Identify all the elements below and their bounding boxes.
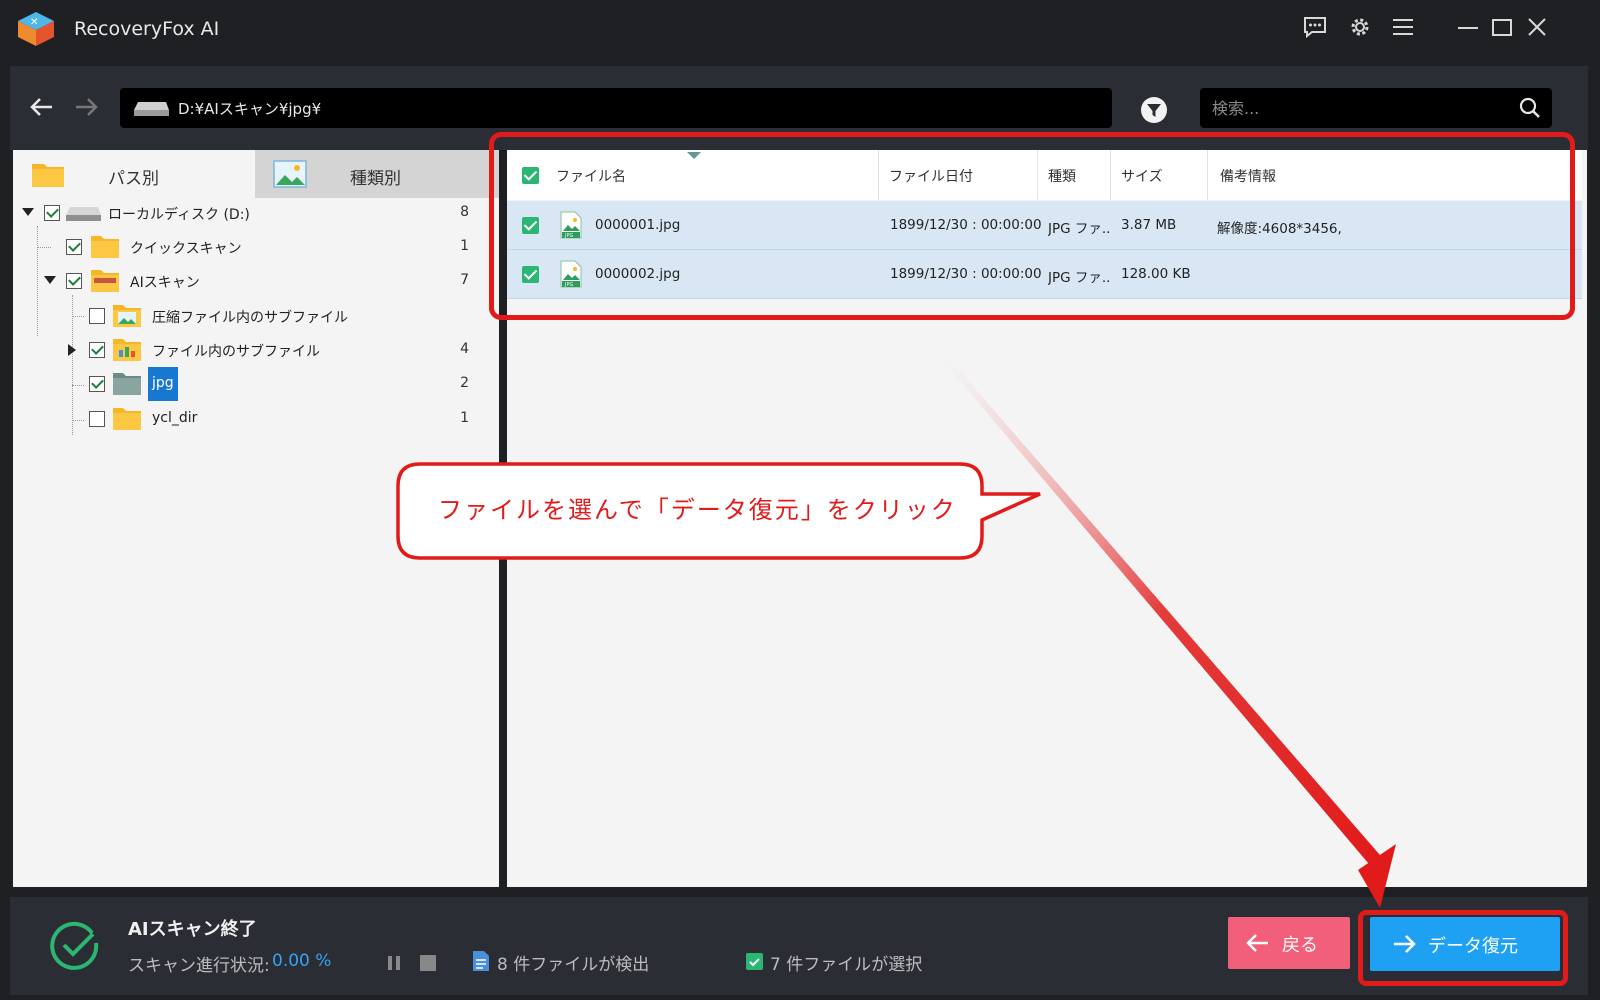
search-input[interactable]: [1212, 88, 1502, 128]
tree-item-label: AIスキャン: [130, 275, 200, 291]
feedback-icon[interactable]: [1300, 12, 1330, 42]
tree-item-label: ファイル内のサブファイル: [152, 344, 320, 360]
path-text: D:¥AIスキャン¥jpg¥: [178, 100, 322, 118]
drive-icon: [66, 207, 101, 221]
tree-item-label: ローカルディスク (D:): [108, 207, 250, 223]
back-button-label: 戻る: [1282, 935, 1318, 956]
tab-by-path[interactable]: パス別: [13, 150, 255, 198]
scan-complete-check-icon: [50, 921, 99, 970]
checkbox[interactable]: [89, 411, 105, 427]
tree-item-label: クイックスキャン: [130, 241, 242, 257]
tree-item-quick-scan[interactable]: クイックスキャン 1: [13, 230, 499, 264]
maximize-icon[interactable]: [1487, 12, 1517, 42]
tree-item-count: 1: [460, 410, 469, 426]
tree-item-count: 7: [460, 272, 469, 288]
chart-folder-icon: [113, 339, 141, 361]
title-bar: ✕ RecoveryFox AI: [0, 0, 1600, 58]
progress-value: 0.00 %: [272, 951, 332, 971]
tree-item-count: 1: [460, 238, 469, 254]
folder-icon: [113, 408, 141, 430]
ai-folder-icon: [91, 270, 119, 292]
minimize-icon[interactable]: [1453, 12, 1483, 42]
stop-icon[interactable]: [420, 955, 436, 971]
filter-icon[interactable]: [1140, 96, 1168, 124]
tree-item-count: 2: [460, 375, 469, 391]
tree-item-label: jpg: [148, 367, 178, 401]
search-icon[interactable]: [1518, 96, 1542, 120]
settings-gear-icon[interactable]: [1345, 12, 1375, 42]
folder-icon: [113, 373, 141, 395]
folder-icon: [32, 164, 64, 187]
files-found-count: 8 件ファイルが検出: [497, 955, 650, 975]
search-box: [1200, 88, 1552, 128]
checkbox[interactable]: [89, 376, 105, 392]
tab-by-path-label: パス別: [108, 169, 159, 189]
tree-item-local-disk[interactable]: ローカルディスク (D:) 8: [13, 196, 499, 230]
expand-toggle-icon[interactable]: [22, 208, 34, 216]
menu-icon[interactable]: [1388, 12, 1418, 42]
forward-arrow-icon[interactable]: [70, 90, 104, 124]
close-icon[interactable]: [1522, 12, 1552, 42]
expand-toggle-icon[interactable]: [44, 276, 56, 284]
path-bar[interactable]: D:¥AIスキャン¥jpg¥: [120, 88, 1112, 128]
folder-icon: [91, 236, 119, 258]
tree-item-jpg[interactable]: jpg 2: [13, 367, 499, 401]
folder-tree-panel: パス別 種類別 ローカルディスク (D:) 8 クイックスキャン 1 AIスキャ…: [13, 150, 499, 887]
svg-text:✕: ✕: [30, 17, 38, 28]
document-icon: [473, 951, 489, 971]
pause-icon[interactable]: [386, 955, 402, 971]
scan-status-title: AIスキャン終了: [128, 919, 257, 940]
files-selected-count: 7 件ファイルが選択: [770, 955, 923, 975]
tree-item-ycl-dir[interactable]: ycl_dir 1: [13, 402, 499, 436]
callout-text: ファイルを選んで「データ復元」をクリック: [438, 496, 957, 524]
button-highlight-box: [1358, 910, 1568, 986]
tree-item-label: ycl_dir: [152, 410, 198, 426]
checkbox[interactable]: [89, 308, 105, 324]
tree-item-ai-scan[interactable]: AIスキャン 7: [13, 264, 499, 298]
drive-icon: [134, 102, 169, 116]
left-arrow-icon: [1246, 934, 1268, 952]
tab-by-type-label: 種類別: [350, 169, 401, 189]
progress-label: スキャン進行状況:: [128, 956, 270, 976]
image-type-icon: [273, 160, 307, 188]
app-logo-icon: ✕: [18, 12, 54, 46]
checkbox[interactable]: [44, 205, 60, 221]
back-arrow-icon[interactable]: [24, 90, 58, 124]
app-title: RecoveryFox AI: [74, 18, 220, 40]
tree-item-label: 圧縮ファイル内のサブファイル: [152, 310, 348, 326]
tree-item-count: 4: [460, 341, 469, 357]
tree-item-infile-subfiles[interactable]: ファイル内のサブファイル 4: [13, 333, 499, 367]
tree-item-count: 8: [460, 204, 469, 220]
status-bar: AIスキャン終了 スキャン進行状況: 0.00 % 8 件ファイルが検出 7 件…: [10, 897, 1588, 995]
checkbox[interactable]: [66, 239, 82, 255]
expand-toggle-icon[interactable]: [68, 344, 76, 356]
image-folder-icon: [113, 305, 141, 327]
tree-item-compressed-subfiles[interactable]: 圧縮ファイル内のサブファイル: [13, 299, 499, 333]
checkbox[interactable]: [89, 342, 105, 358]
table-highlight-box: [489, 132, 1575, 320]
checkbox[interactable]: [66, 273, 82, 289]
back-button[interactable]: 戻る: [1228, 917, 1350, 969]
tab-by-type[interactable]: 種類別: [255, 150, 499, 198]
selected-check-icon: [746, 953, 763, 970]
